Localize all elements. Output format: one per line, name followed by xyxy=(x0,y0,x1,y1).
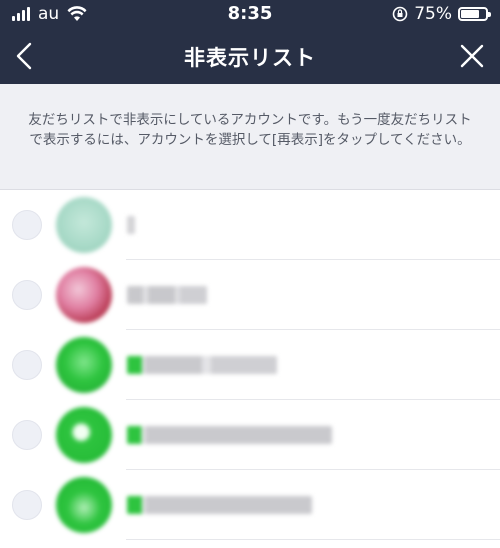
select-radio[interactable] xyxy=(12,350,42,380)
select-radio[interactable] xyxy=(12,420,42,450)
account-row[interactable] xyxy=(0,260,500,330)
account-row[interactable] xyxy=(0,190,500,260)
account-name-obscured xyxy=(127,286,207,304)
account-name-obscured xyxy=(127,496,312,514)
page-title: 非表示リスト xyxy=(184,46,316,70)
account-name-obscured xyxy=(127,216,135,234)
status-right: 75% xyxy=(392,4,491,24)
description-text: 友だちリストで非表示にしているアカウントです。もう一度友だちリストで表示するには… xyxy=(28,112,472,148)
row-divider xyxy=(126,539,500,540)
battery-level-fill xyxy=(461,10,479,18)
select-radio[interactable] xyxy=(12,210,42,240)
account-avatar xyxy=(56,477,112,533)
account-name-obscured xyxy=(127,356,277,374)
close-button[interactable] xyxy=(454,38,490,74)
account-row[interactable] xyxy=(0,330,500,400)
account-avatar xyxy=(56,197,112,253)
account-name-obscured xyxy=(127,426,332,444)
close-icon xyxy=(460,44,484,68)
orientation-lock-icon xyxy=(392,6,408,22)
account-row[interactable] xyxy=(0,470,500,540)
battery-percent: 75% xyxy=(414,4,452,24)
select-radio[interactable] xyxy=(12,490,42,520)
battery-icon xyxy=(458,7,491,21)
account-avatar xyxy=(56,407,112,463)
hidden-list-description: 友だちリストで非表示にしているアカウントです。もう一度友だちリストで表示するには… xyxy=(0,84,500,190)
account-avatar xyxy=(56,337,112,393)
select-radio[interactable] xyxy=(12,280,42,310)
nav-bar: 非表示リスト xyxy=(0,28,500,84)
account-avatar xyxy=(56,267,112,323)
status-bar: au 8:35 75% xyxy=(0,0,500,28)
account-row[interactable] xyxy=(0,400,500,470)
hidden-accounts-list xyxy=(0,190,500,540)
